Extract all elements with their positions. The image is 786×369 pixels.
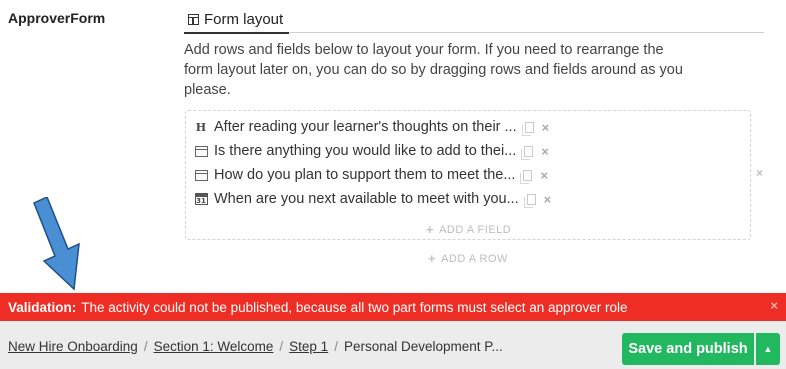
field-item[interactable]: H After reading your learner's thoughts …: [192, 115, 549, 139]
layout-icon: [188, 13, 199, 25]
copy-icon[interactable]: [523, 193, 536, 208]
add-field-label: ADD A FIELD: [439, 223, 512, 236]
validation-banner: Validation: The activity could not be pu…: [0, 293, 786, 321]
breadcrumb-link[interactable]: New Hire Onboarding: [8, 339, 138, 354]
text-field-icon: [194, 145, 208, 157]
field-item[interactable]: 31 When are you next available to meet w…: [192, 187, 551, 211]
field-item[interactable]: Is there anything you would like to add …: [192, 139, 549, 163]
breadcrumb-link[interactable]: Step 1: [289, 339, 328, 354]
text-field-icon: [194, 169, 208, 181]
remove-row-icon[interactable]: ×: [756, 166, 763, 180]
form-name-label: ApproverForm: [8, 10, 106, 26]
plus-icon: +: [428, 251, 437, 266]
heading-icon: H: [195, 120, 207, 134]
breadcrumb-separator: /: [334, 339, 338, 354]
caret-up-icon[interactable]: ▲: [756, 333, 780, 365]
field-label: Is there anything you would like to add …: [214, 143, 517, 159]
remove-field-icon[interactable]: ×: [540, 168, 548, 183]
add-field-button[interactable]: + ADD A FIELD: [426, 222, 511, 237]
validation-message: The activity could not be published, bec…: [81, 299, 628, 315]
breadcrumb-current: Personal Development P...: [343, 339, 503, 354]
layout-description: Add rows and fields below to layout your…: [184, 42, 683, 98]
breadcrumb-separator: /: [143, 339, 148, 354]
copy-icon[interactable]: [520, 169, 533, 184]
remove-field-icon[interactable]: ×: [542, 120, 550, 135]
breadcrumb-separator: /: [279, 339, 284, 354]
tab-form-layout[interactable]: Form layout: [184, 6, 290, 34]
save-and-publish-button[interactable]: Save and publish: [622, 333, 754, 365]
field-label: When are you next available to meet with…: [214, 191, 519, 207]
publish-button-group: Save and publish ▲: [622, 333, 780, 365]
field-label: After reading your learner's thoughts on…: [214, 119, 517, 135]
breadcrumb: New Hire Onboarding / Section 1: Welcome…: [8, 339, 503, 354]
editor-frame: ApproverForm Form layout Add rows and fi…: [0, 0, 786, 369]
plus-icon: +: [426, 222, 435, 237]
copy-icon[interactable]: [521, 145, 534, 160]
tab-label: Form layout: [204, 10, 284, 28]
add-row-label: ADD A ROW: [441, 252, 508, 265]
form-row[interactable]: H After reading your learner's thoughts …: [185, 110, 751, 240]
footer-bar: New Hire Onboarding / Section 1: Welcome…: [0, 321, 786, 369]
pointer-arrow-icon: [33, 197, 80, 291]
remove-field-icon[interactable]: ×: [541, 144, 549, 159]
remove-field-icon[interactable]: ×: [544, 192, 552, 207]
calendar-icon: 31: [194, 193, 208, 205]
breadcrumb-link[interactable]: Section 1: Welcome: [154, 339, 274, 354]
tab-bar: Form layout: [184, 6, 764, 34]
validation-prefix: Validation:: [8, 299, 77, 315]
field-label: How do you plan to support them to meet …: [214, 167, 516, 183]
add-row-button[interactable]: + ADD A ROW: [428, 251, 508, 266]
field-item[interactable]: How do you plan to support them to meet …: [192, 163, 548, 187]
close-icon[interactable]: ×: [770, 298, 778, 313]
copy-icon[interactable]: [521, 121, 534, 136]
